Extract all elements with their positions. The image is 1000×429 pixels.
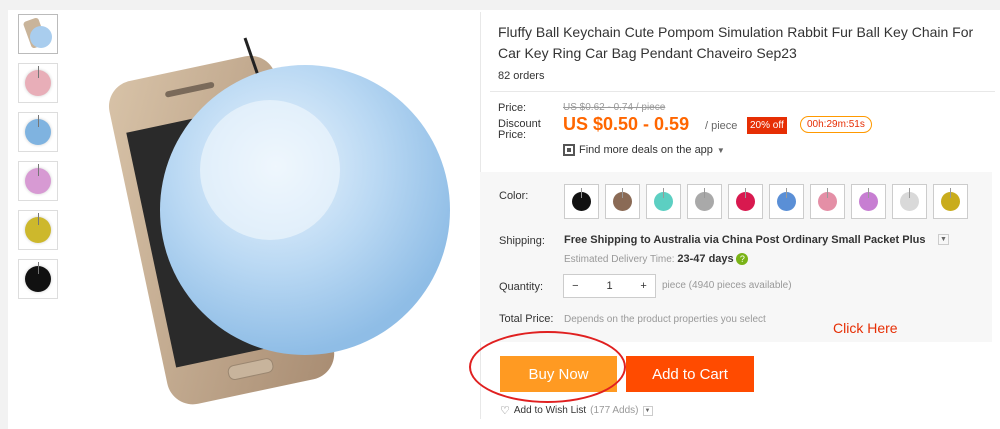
- thumbnail-2[interactable]: [18, 63, 58, 103]
- color-swatch[interactable]: [810, 184, 845, 219]
- total-price-label: Total Price:: [499, 313, 554, 325]
- main-product-image: [108, 37, 450, 405]
- thumbnail-1[interactable]: [18, 14, 58, 54]
- phone-ball-thumb-icon: [23, 17, 52, 49]
- quantity-input[interactable]: 1: [587, 280, 633, 292]
- thumbnail-5[interactable]: [18, 210, 58, 250]
- thumbnail-4[interactable]: [18, 161, 58, 201]
- shipping-method[interactable]: Free Shipping to Australia via China Pos…: [564, 234, 925, 246]
- thumbnail-3[interactable]: [18, 112, 58, 152]
- price-section: Price: US $0.62 - 0.74 / piece Discount …: [490, 92, 995, 172]
- order-count: 82 orders: [498, 70, 545, 82]
- color-swatch[interactable]: [646, 184, 681, 219]
- add-to-wishlist[interactable]: ♡ Add to Wish List (177 Adds) ▼: [500, 404, 653, 417]
- color-swatch[interactable]: [851, 184, 886, 219]
- product-title: Fluffy Ball Keychain Cute Pompom Simulat…: [498, 24, 974, 61]
- shipping-label: Shipping:: [499, 235, 545, 247]
- color-swatch[interactable]: [933, 184, 968, 219]
- delivery-label: Estimated Delivery Time:: [564, 254, 675, 265]
- delivery-value: 23-47 days: [677, 253, 734, 265]
- price-label: Price:: [498, 102, 527, 114]
- color-swatch[interactable]: [892, 184, 927, 219]
- thumbnail-list: [18, 14, 68, 308]
- click-here-annotation: Click Here: [833, 320, 898, 336]
- highlight-circle: [469, 331, 626, 403]
- discount-price: US $0.50 - 0.59: [563, 114, 690, 134]
- app-deals-link[interactable]: Find more deals on the app ▼: [563, 144, 725, 156]
- color-swatch[interactable]: [769, 184, 804, 219]
- qr-code-icon: [563, 144, 575, 156]
- check-icon: ?: [736, 253, 749, 266]
- product-info-panel: Fluffy Ball Keychain Cute Pompom Simulat…: [490, 12, 995, 172]
- original-price: US $0.62 - 0.74 / piece: [563, 102, 666, 113]
- color-swatch[interactable]: [564, 184, 599, 219]
- color-swatch[interactable]: [728, 184, 763, 219]
- quantity-stepper: − 1 +: [563, 274, 656, 298]
- color-label: Color:: [499, 190, 529, 202]
- countdown-timer: 00h:29m:51s: [800, 116, 872, 133]
- delivery-estimate: Estimated Delivery Time: 23-47 days ?: [564, 253, 749, 266]
- total-price-hint: Depends on the product properties you se…: [564, 314, 766, 325]
- wishlist-label: Add to Wish List: [513, 405, 587, 416]
- color-swatch[interactable]: [605, 184, 640, 219]
- decrement-button[interactable]: −: [564, 280, 587, 292]
- discount-badge: 20% off: [747, 117, 787, 134]
- heart-icon: ♡: [500, 405, 510, 417]
- per-unit: / piece: [705, 120, 738, 132]
- wishlist-count: (177 Adds): [590, 405, 639, 416]
- quantity-label: Quantity:: [499, 281, 544, 293]
- chevron-down-icon[interactable]: ▼: [642, 405, 653, 416]
- add-to-cart-button[interactable]: Add to Cart: [626, 356, 754, 392]
- app-deals-label: Find more deals on the app: [579, 144, 713, 156]
- increment-button[interactable]: +: [632, 280, 655, 292]
- color-swatches: [564, 184, 968, 219]
- thumbnail-6[interactable]: [18, 259, 58, 299]
- chevron-down-icon[interactable]: ▼: [938, 234, 949, 245]
- chevron-down-icon: ▼: [716, 145, 725, 155]
- color-swatch[interactable]: [687, 184, 722, 219]
- availability: piece (4940 pieces available): [662, 280, 792, 291]
- discount-price-label: Discount Price:: [498, 118, 541, 141]
